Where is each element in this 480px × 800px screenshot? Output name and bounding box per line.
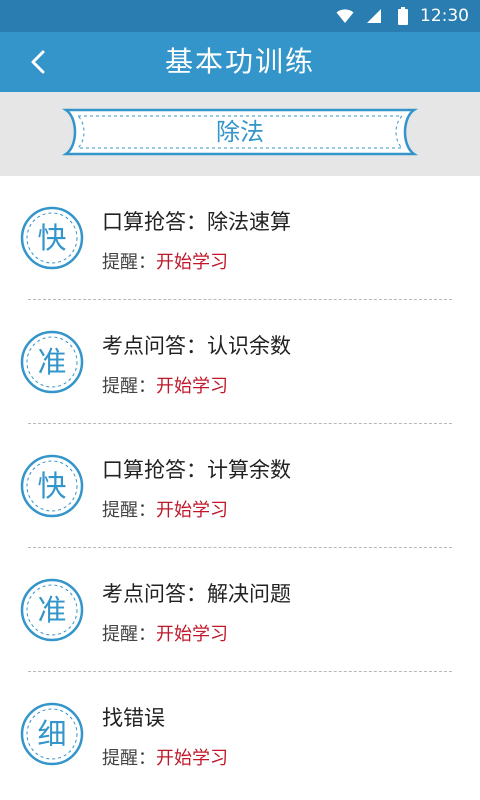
badge-icon: 快 — [20, 454, 84, 518]
hint-label: 提醒： — [102, 624, 156, 645]
chevron-left-icon — [31, 50, 45, 74]
start-learning-link[interactable]: 开始学习 — [156, 624, 228, 645]
start-learning-link[interactable]: 开始学习 — [156, 500, 228, 521]
wifi-icon — [336, 9, 354, 23]
list-item[interactable]: 准 考点问答：解决问题 提醒：开始学习 — [0, 548, 480, 672]
badge-icon: 准 — [20, 578, 84, 642]
hint-label: 提醒： — [102, 748, 156, 769]
section-label: 除法 — [216, 118, 264, 146]
list-item[interactable]: 快 口算抢答：计算余数 提醒：开始学习 — [0, 424, 480, 548]
hint-label: 提醒： — [102, 500, 156, 521]
page-title: 基本功训练 — [164, 45, 315, 78]
list-item[interactable]: 快 口算抢答：除法速算 提醒：开始学习 — [0, 176, 480, 300]
section-band: 除法 — [0, 92, 480, 176]
list-item[interactable]: 细 找错误 提醒：开始学习 — [0, 672, 480, 796]
badge-char: 准 — [37, 593, 67, 627]
signal-icon — [367, 9, 381, 23]
item-hint: 提醒：开始学习 — [102, 620, 228, 646]
item-hint: 提醒：开始学习 — [102, 372, 228, 398]
list-item[interactable]: 准 考点问答：认识余数 提醒：开始学习 — [0, 300, 480, 424]
badge-char: 准 — [37, 345, 67, 379]
badge-icon: 细 — [20, 702, 84, 766]
badge-char: 快 — [37, 221, 67, 255]
hint-label: 提醒： — [102, 252, 156, 273]
status-bar: 12:30 — [0, 0, 480, 32]
start-learning-link[interactable]: 开始学习 — [156, 376, 228, 397]
badge-icon: 准 — [20, 330, 84, 394]
item-hint: 提醒：开始学习 — [102, 496, 228, 522]
hint-label: 提醒： — [102, 376, 156, 397]
item-title: 考点问答：认识余数 — [102, 334, 291, 358]
badge-char: 细 — [37, 717, 67, 751]
back-button[interactable] — [20, 44, 56, 80]
item-title: 找错误 — [102, 706, 165, 730]
badge-char: 快 — [37, 469, 67, 503]
battery-icon — [398, 7, 408, 25]
lesson-list: 快 口算抢答：除法速算 提醒：开始学习 准 考点问答：认识余数 提醒：开始学习 — [0, 176, 480, 796]
item-title: 口算抢答：除法速算 — [102, 210, 291, 234]
app-bar: 基本功训练 — [0, 32, 480, 92]
status-time: 12:30 — [420, 6, 469, 26]
start-learning-link[interactable]: 开始学习 — [156, 252, 228, 273]
item-hint: 提醒：开始学习 — [102, 744, 228, 770]
badge-icon: 快 — [20, 206, 84, 270]
item-hint: 提醒：开始学习 — [102, 248, 228, 274]
item-title: 考点问答：解决问题 — [102, 582, 291, 606]
start-learning-link[interactable]: 开始学习 — [156, 748, 228, 769]
item-title: 口算抢答：计算余数 — [102, 458, 291, 482]
